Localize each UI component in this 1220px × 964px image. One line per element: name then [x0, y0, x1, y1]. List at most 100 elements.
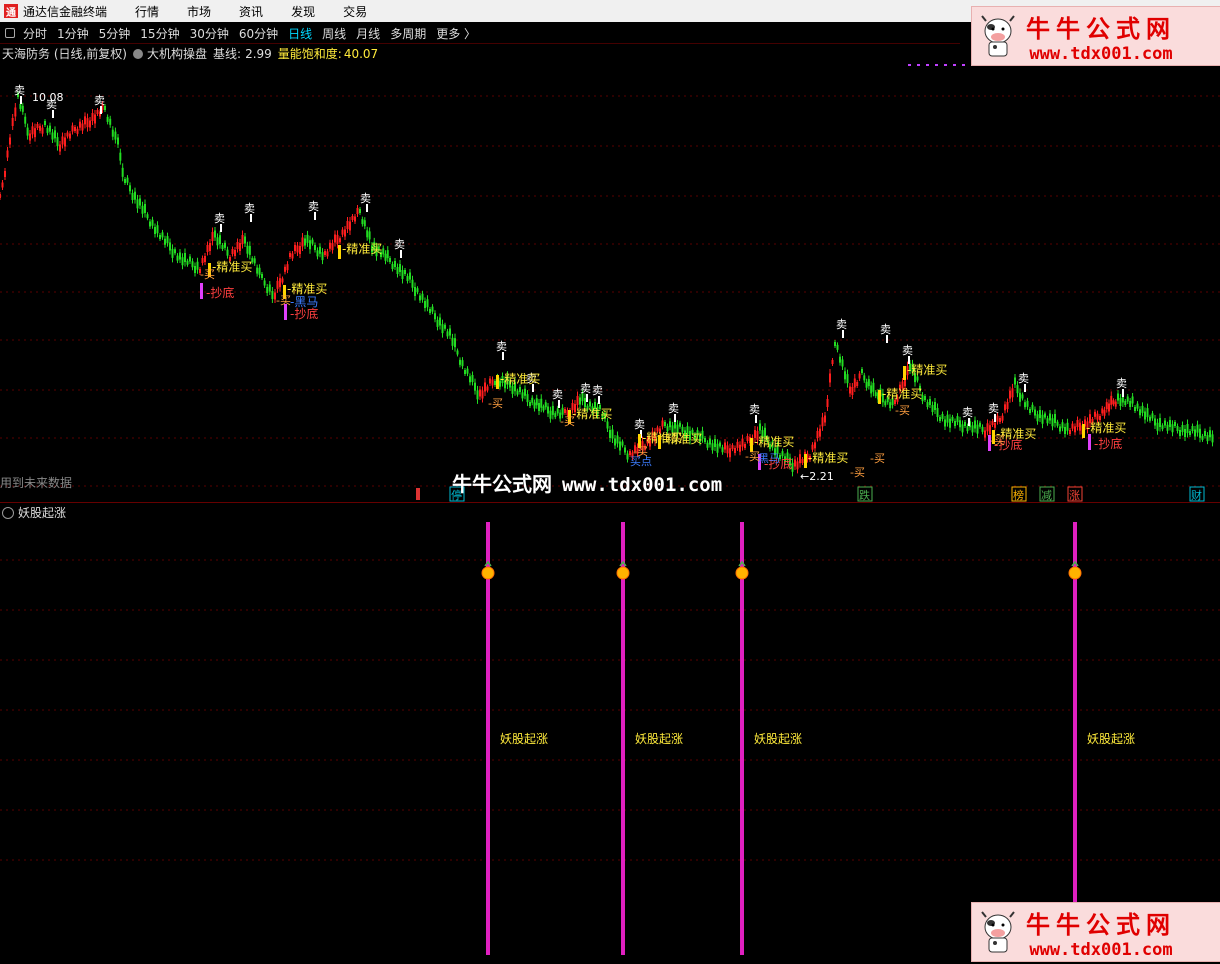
candle-body	[194, 266, 196, 273]
watermark-url: www.tdx001.com	[562, 474, 723, 496]
sub-panel-toggle-icon[interactable]	[2, 506, 14, 519]
signal-dot-icon	[735, 566, 749, 580]
signal-label-2: 妖股起涨	[754, 731, 802, 746]
candle-body	[414, 287, 416, 296]
candle-body	[966, 426, 969, 432]
candle-body	[301, 237, 304, 247]
candle-body	[1169, 420, 1171, 427]
candle-body	[359, 209, 361, 213]
sell-marker-label: 卖	[749, 403, 760, 416]
candle-body	[759, 423, 761, 431]
candle-body	[716, 443, 719, 453]
candle-body	[1001, 415, 1004, 421]
candle-body	[399, 264, 401, 272]
sell-marker-label: 卖	[496, 340, 507, 353]
candle-body	[429, 309, 431, 313]
buy-label: -买	[488, 397, 503, 410]
candle-body	[86, 118, 89, 128]
candle-body	[706, 442, 709, 448]
candle-body	[0, 194, 1, 198]
buy-label: -买	[990, 434, 1005, 447]
candle-body	[1129, 401, 1132, 407]
candle-body	[81, 123, 84, 131]
precise-buy-label: -精准买	[500, 372, 540, 386]
candle-body	[224, 242, 226, 248]
candle-body	[999, 418, 1001, 422]
candle-body	[1206, 435, 1209, 442]
candle-body	[1186, 424, 1189, 433]
candle-body	[11, 118, 14, 126]
candle-body	[1199, 428, 1201, 438]
candle-body	[1094, 411, 1096, 417]
candle-body	[434, 313, 436, 320]
candle-body	[542, 406, 545, 411]
candle-body	[951, 416, 954, 421]
candle-body	[1036, 414, 1039, 422]
candle-body	[796, 461, 799, 470]
candle-body	[114, 131, 117, 140]
candle-body	[516, 390, 519, 395]
candle-body	[56, 137, 59, 147]
sell-marker-label: 卖	[308, 200, 319, 213]
top-dot-marker	[962, 64, 965, 66]
candle-body	[214, 230, 216, 238]
candle-body	[863, 375, 866, 381]
candle-body	[614, 438, 616, 446]
candle-body	[709, 438, 711, 445]
candle-body	[949, 418, 951, 428]
candle-body	[239, 243, 241, 251]
candle-body	[619, 441, 621, 451]
sell-marker-label: 卖	[14, 84, 25, 97]
candle-body	[549, 410, 552, 419]
candle-body	[1061, 422, 1064, 429]
candle-body	[519, 387, 521, 392]
candle-body	[704, 438, 706, 442]
candle-body	[464, 370, 466, 374]
candle-body	[189, 256, 191, 262]
candle-body	[1211, 434, 1214, 443]
candle-body	[979, 422, 981, 427]
candle-body	[139, 198, 141, 206]
event-tag-small[interactable]	[416, 488, 420, 500]
candle-body	[299, 246, 301, 254]
candle-body	[1009, 390, 1011, 399]
buy-label: -买	[560, 415, 575, 428]
candle-body	[176, 255, 179, 261]
bottom-buy-label: -抄底	[206, 285, 234, 300]
candle-body	[889, 402, 892, 409]
candle-body	[1029, 409, 1031, 413]
candle-body	[246, 245, 249, 254]
candle-body	[1103, 409, 1106, 416]
sell-marker-label: 卖	[880, 323, 891, 336]
candle-body	[36, 124, 39, 128]
candle-body	[1101, 408, 1104, 414]
candle-body	[234, 250, 236, 256]
future-data-note: 用到未来数据	[0, 476, 73, 490]
candle-body	[996, 415, 999, 422]
candle-body	[46, 127, 49, 133]
candle-body	[216, 237, 219, 246]
candle-body	[289, 253, 291, 257]
candle-body	[461, 360, 464, 367]
candle-body	[471, 375, 474, 382]
candle-body	[533, 402, 536, 409]
candle-body	[339, 238, 341, 243]
candle-body	[49, 125, 51, 132]
candle-body	[1166, 424, 1169, 431]
candle-body	[858, 373, 861, 379]
candle-body	[481, 390, 484, 399]
candle-body	[1156, 422, 1159, 431]
candle-body	[621, 441, 624, 446]
panel-divider[interactable]	[0, 502, 1220, 503]
candle-body	[261, 274, 263, 278]
candle-body	[84, 116, 86, 125]
bottom-buy-label: -抄底	[1094, 436, 1122, 451]
candle-body	[476, 390, 479, 400]
precise-buy-bar	[804, 454, 807, 468]
candle-body	[841, 359, 844, 367]
dark-horse-label: 黑马	[758, 452, 780, 465]
candle-body	[351, 216, 354, 220]
candle-body	[1099, 416, 1101, 420]
candle-body	[266, 287, 269, 293]
candle-body	[164, 238, 166, 245]
